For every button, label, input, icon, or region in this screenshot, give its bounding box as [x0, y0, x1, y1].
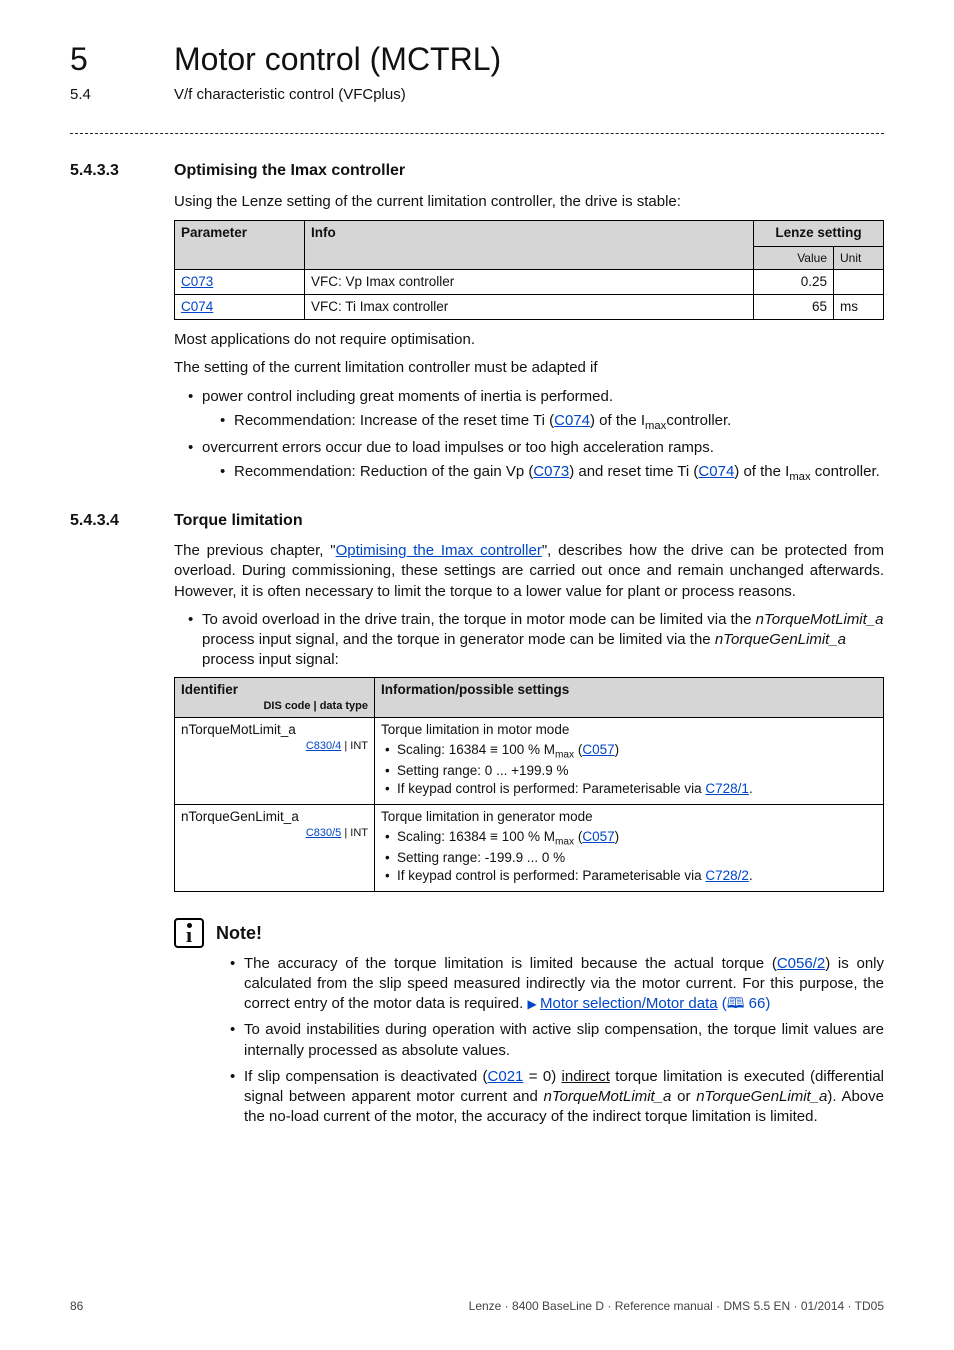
code-link[interactable]: C057	[582, 829, 614, 844]
code-link[interactable]: C728/2	[705, 868, 749, 883]
table-cell: 65	[754, 294, 834, 319]
section-title: V/f characteristic control (VFCplus)	[174, 85, 406, 105]
cross-ref-link[interactable]: Motor selection/Motor data	[540, 995, 718, 1012]
code-link[interactable]: C021	[488, 1068, 524, 1085]
paragraph: Using the Lenze setting of the current l…	[174, 192, 884, 212]
code-link[interactable]: C830/4	[306, 740, 341, 752]
table-cell: VFC: Ti Imax controller	[305, 294, 754, 319]
table-row: C073 VFC: Vp Imax controller 0.25	[175, 269, 884, 294]
table-cell	[834, 269, 884, 294]
table-header: Info	[305, 221, 754, 269]
table-header: Lenze setting	[754, 221, 884, 246]
page-number: 86	[70, 1298, 83, 1314]
table-header: Information/possible settings	[375, 677, 884, 717]
subsection-number: 5.4.3.4	[70, 510, 174, 532]
code-link[interactable]: C830/5	[306, 827, 341, 839]
chapter-number: 5	[70, 38, 174, 81]
param-link[interactable]: C074	[554, 412, 590, 429]
identifier-table: Identifier DIS code | data type Informat…	[174, 677, 884, 892]
chapter-title: Motor control (MCTRL)	[174, 38, 501, 81]
arrow-icon: ▶	[527, 997, 540, 1011]
code-link[interactable]: C057	[582, 742, 614, 757]
code-link[interactable]: C728/1	[705, 781, 749, 796]
cross-ref-link[interactable]: Optimising the Imax controller	[336, 542, 542, 559]
list-item: If slip compensation is deactivated (C02…	[230, 1067, 884, 1128]
param-link[interactable]: C073	[181, 274, 213, 289]
param-link[interactable]: C074	[698, 463, 734, 480]
paragraph: The setting of the current limitation co…	[174, 358, 884, 378]
page-footer: 86 Lenze · 8400 BaseLine D · Reference m…	[70, 1298, 884, 1314]
table-cell: VFC: Vp Imax controller	[305, 269, 754, 294]
divider	[70, 133, 884, 134]
table-subheader: Unit	[834, 246, 884, 269]
footer-text: Lenze · 8400 BaseLine D · Reference manu…	[469, 1298, 884, 1314]
list-item: Recommendation: Increase of the reset ti…	[220, 411, 884, 434]
table-cell: 0.25	[754, 269, 834, 294]
list-item: To avoid overload in the drive train, th…	[188, 610, 884, 671]
list-item: overcurrent errors occur due to load imp…	[188, 438, 884, 485]
lenze-setting-table: Parameter Info Lenze setting Value Unit …	[174, 220, 884, 320]
table-row: C074 VFC: Ti Imax controller 65 ms	[175, 294, 884, 319]
table-row: nTorqueMotLimit_a C830/4 | INT Torque li…	[175, 717, 884, 804]
table-row: nTorqueGenLimit_a C830/5 | INT Torque li…	[175, 804, 884, 891]
paragraph: The previous chapter, "Optimising the Im…	[174, 541, 884, 602]
list-item: To avoid instabilities during operation …	[230, 1020, 884, 1061]
table-header: Identifier DIS code | data type	[175, 677, 375, 717]
code-link[interactable]: C056/2	[777, 955, 825, 972]
note-title: Note!	[216, 921, 262, 945]
subsection-number: 5.4.3.3	[70, 160, 174, 182]
param-link[interactable]: C074	[181, 299, 213, 314]
table-cell: ms	[834, 294, 884, 319]
paragraph: Most applications do not require optimis…	[174, 330, 884, 350]
table-header: Parameter	[175, 221, 305, 269]
list-item: power control including great moments of…	[188, 387, 884, 434]
param-link[interactable]: C073	[533, 463, 569, 480]
list-item: Recommendation: Reduction of the gain Vp…	[220, 462, 884, 485]
subsection-title: Optimising the Imax controller	[174, 160, 405, 182]
table-subheader: Value	[754, 246, 834, 269]
list-item: The accuracy of the torque limitation is…	[230, 954, 884, 1015]
note-box: ı Note! The accuracy of the torque limit…	[174, 918, 884, 1128]
info-icon: ı	[174, 918, 204, 948]
subsection-title: Torque limitation	[174, 510, 303, 532]
section-number: 5.4	[70, 85, 174, 105]
